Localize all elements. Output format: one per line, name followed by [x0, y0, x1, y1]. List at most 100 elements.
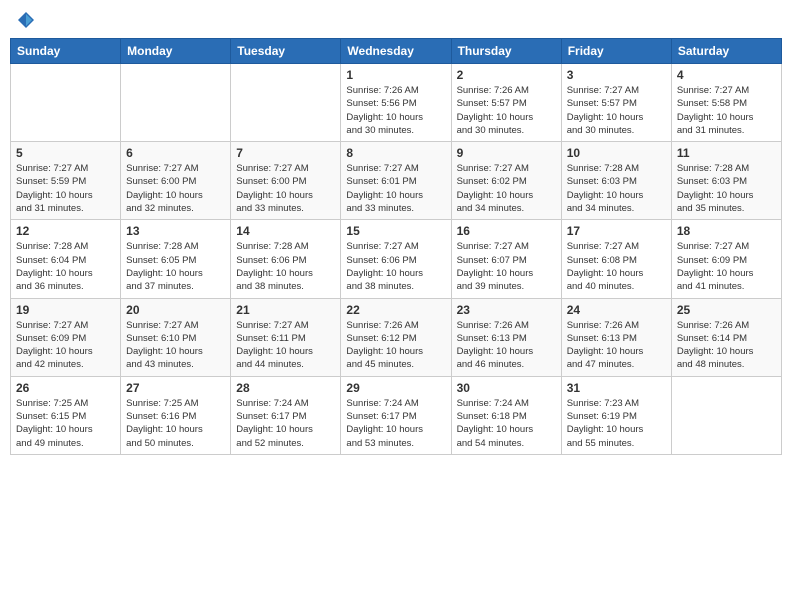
calendar-cell: 21 Sunrise: 7:27 AM Sunset: 6:11 PM Dayli…	[231, 298, 341, 376]
day-number: 19	[16, 303, 115, 317]
day-info: Sunrise: 7:26 AM Sunset: 5:56 PM Dayligh…	[346, 84, 445, 137]
day-number: 12	[16, 224, 115, 238]
calendar-cell: 6 Sunrise: 7:27 AM Sunset: 6:00 PM Daylig…	[121, 142, 231, 220]
calendar-cell	[231, 64, 341, 142]
day-info: Sunrise: 7:24 AM Sunset: 6:17 PM Dayligh…	[346, 397, 445, 450]
day-info: Sunrise: 7:27 AM Sunset: 6:06 PM Dayligh…	[346, 240, 445, 293]
day-header-saturday: Saturday	[671, 39, 781, 64]
day-number: 30	[457, 381, 556, 395]
day-header-sunday: Sunday	[11, 39, 121, 64]
day-number: 23	[457, 303, 556, 317]
day-info: Sunrise: 7:28 AM Sunset: 6:03 PM Dayligh…	[677, 162, 776, 215]
calendar-cell: 18 Sunrise: 7:27 AM Sunset: 6:09 PM Dayli…	[671, 220, 781, 298]
day-number: 10	[567, 146, 666, 160]
calendar-cell: 26Sunrise: 7:25 AM Sunset: 6:15 PM Dayli…	[11, 376, 121, 454]
day-info: Sunrise: 7:24 AM Sunset: 6:18 PM Dayligh…	[457, 397, 556, 450]
day-info: Sunrise: 7:27 AM Sunset: 6:10 PM Dayligh…	[126, 319, 225, 372]
day-number: 16	[457, 224, 556, 238]
day-info: Sunrise: 7:26 AM Sunset: 6:14 PM Dayligh…	[677, 319, 776, 372]
day-info: Sunrise: 7:27 AM Sunset: 6:07 PM Dayligh…	[457, 240, 556, 293]
calendar-cell: 9 Sunrise: 7:27 AM Sunset: 6:02 PM Daylig…	[451, 142, 561, 220]
day-number: 1	[346, 68, 445, 82]
day-info: Sunrise: 7:27 AM Sunset: 6:01 PM Dayligh…	[346, 162, 445, 215]
day-info: Sunrise: 7:27 AM Sunset: 6:02 PM Dayligh…	[457, 162, 556, 215]
day-info: Sunrise: 7:27 AM Sunset: 6:11 PM Dayligh…	[236, 319, 335, 372]
day-info: Sunrise: 7:27 AM Sunset: 5:58 PM Dayligh…	[677, 84, 776, 137]
calendar-cell: 15 Sunrise: 7:27 AM Sunset: 6:06 PM Dayli…	[341, 220, 451, 298]
day-info: Sunrise: 7:27 AM Sunset: 6:08 PM Dayligh…	[567, 240, 666, 293]
calendar-cell: 27 Sunrise: 7:25 AM Sunset: 6:16 PM Dayli…	[121, 376, 231, 454]
day-number: 3	[567, 68, 666, 82]
calendar-week-row: 5 Sunrise: 7:27 AM Sunset: 5:59 PM Daylig…	[11, 142, 782, 220]
day-info: Sunrise: 7:27 AM Sunset: 5:59 PM Dayligh…	[16, 162, 115, 215]
day-info: Sunrise: 7:27 AM Sunset: 6:00 PM Dayligh…	[236, 162, 335, 215]
calendar-cell: 13 Sunrise: 7:28 AM Sunset: 6:05 PM Dayli…	[121, 220, 231, 298]
day-number: 2	[457, 68, 556, 82]
day-info: Sunrise: 7:27 AM Sunset: 6:09 PM Dayligh…	[677, 240, 776, 293]
calendar-cell: 14 Sunrise: 7:28 AM Sunset: 6:06 PM Dayli…	[231, 220, 341, 298]
day-info: Sunrise: 7:28 AM Sunset: 6:06 PM Dayligh…	[236, 240, 335, 293]
day-number: 21	[236, 303, 335, 317]
day-number: 27	[126, 381, 225, 395]
calendar-cell: 7 Sunrise: 7:27 AM Sunset: 6:00 PM Daylig…	[231, 142, 341, 220]
day-info: Sunrise: 7:28 AM Sunset: 6:03 PM Dayligh…	[567, 162, 666, 215]
calendar-header-row: SundayMondayTuesdayWednesdayThursdayFrid…	[11, 39, 782, 64]
day-header-monday: Monday	[121, 39, 231, 64]
day-number: 14	[236, 224, 335, 238]
day-number: 5	[16, 146, 115, 160]
day-number: 7	[236, 146, 335, 160]
day-number: 25	[677, 303, 776, 317]
calendar-cell: 23 Sunrise: 7:26 AM Sunset: 6:13 PM Dayli…	[451, 298, 561, 376]
day-info: Sunrise: 7:27 AM Sunset: 6:00 PM Dayligh…	[126, 162, 225, 215]
calendar-cell	[671, 376, 781, 454]
logo	[14, 10, 36, 30]
day-info: Sunrise: 7:26 AM Sunset: 6:13 PM Dayligh…	[457, 319, 556, 372]
day-number: 15	[346, 224, 445, 238]
calendar-cell: 16 Sunrise: 7:27 AM Sunset: 6:07 PM Dayli…	[451, 220, 561, 298]
day-header-thursday: Thursday	[451, 39, 561, 64]
calendar-cell: 30 Sunrise: 7:24 AM Sunset: 6:18 PM Dayli…	[451, 376, 561, 454]
calendar-week-row: 19 Sunrise: 7:27 AM Sunset: 6:09 PM Dayli…	[11, 298, 782, 376]
day-number: 6	[126, 146, 225, 160]
calendar-cell: 12Sunrise: 7:28 AM Sunset: 6:04 PM Dayli…	[11, 220, 121, 298]
calendar-cell: 22Sunrise: 7:26 AM Sunset: 6:12 PM Dayli…	[341, 298, 451, 376]
calendar-week-row: 26Sunrise: 7:25 AM Sunset: 6:15 PM Dayli…	[11, 376, 782, 454]
calendar-cell: 17 Sunrise: 7:27 AM Sunset: 6:08 PM Dayli…	[561, 220, 671, 298]
calendar-cell: 1 Sunrise: 7:26 AM Sunset: 5:56 PM Daylig…	[341, 64, 451, 142]
calendar-cell: 5 Sunrise: 7:27 AM Sunset: 5:59 PM Daylig…	[11, 142, 121, 220]
day-number: 20	[126, 303, 225, 317]
day-number: 18	[677, 224, 776, 238]
calendar-cell: 20 Sunrise: 7:27 AM Sunset: 6:10 PM Dayli…	[121, 298, 231, 376]
calendar-cell: 11Sunrise: 7:28 AM Sunset: 6:03 PM Dayli…	[671, 142, 781, 220]
calendar-cell: 31 Sunrise: 7:23 AM Sunset: 6:19 PM Dayli…	[561, 376, 671, 454]
calendar-cell	[121, 64, 231, 142]
calendar-cell: 24Sunrise: 7:26 AM Sunset: 6:13 PM Dayli…	[561, 298, 671, 376]
day-info: Sunrise: 7:27 AM Sunset: 6:09 PM Dayligh…	[16, 319, 115, 372]
day-header-friday: Friday	[561, 39, 671, 64]
calendar-cell: 19 Sunrise: 7:27 AM Sunset: 6:09 PM Dayli…	[11, 298, 121, 376]
day-header-tuesday: Tuesday	[231, 39, 341, 64]
day-header-wednesday: Wednesday	[341, 39, 451, 64]
calendar-cell: 28 Sunrise: 7:24 AM Sunset: 6:17 PM Dayli…	[231, 376, 341, 454]
day-number: 13	[126, 224, 225, 238]
day-info: Sunrise: 7:26 AM Sunset: 5:57 PM Dayligh…	[457, 84, 556, 137]
page-header	[10, 10, 782, 30]
calendar-cell: 4Sunrise: 7:27 AM Sunset: 5:58 PM Daylig…	[671, 64, 781, 142]
day-info: Sunrise: 7:27 AM Sunset: 5:57 PM Dayligh…	[567, 84, 666, 137]
calendar-week-row: 12Sunrise: 7:28 AM Sunset: 6:04 PM Dayli…	[11, 220, 782, 298]
calendar-cell: 10 Sunrise: 7:28 AM Sunset: 6:03 PM Dayli…	[561, 142, 671, 220]
day-info: Sunrise: 7:25 AM Sunset: 6:16 PM Dayligh…	[126, 397, 225, 450]
day-info: Sunrise: 7:23 AM Sunset: 6:19 PM Dayligh…	[567, 397, 666, 450]
day-number: 17	[567, 224, 666, 238]
day-info: Sunrise: 7:28 AM Sunset: 6:05 PM Dayligh…	[126, 240, 225, 293]
day-info: Sunrise: 7:25 AM Sunset: 6:15 PM Dayligh…	[16, 397, 115, 450]
day-number: 31	[567, 381, 666, 395]
day-info: Sunrise: 7:24 AM Sunset: 6:17 PM Dayligh…	[236, 397, 335, 450]
day-number: 28	[236, 381, 335, 395]
day-number: 8	[346, 146, 445, 160]
calendar-cell	[11, 64, 121, 142]
calendar-cell: 2 Sunrise: 7:26 AM Sunset: 5:57 PM Daylig…	[451, 64, 561, 142]
day-number: 9	[457, 146, 556, 160]
day-number: 22	[346, 303, 445, 317]
calendar-cell: 8 Sunrise: 7:27 AM Sunset: 6:01 PM Daylig…	[341, 142, 451, 220]
